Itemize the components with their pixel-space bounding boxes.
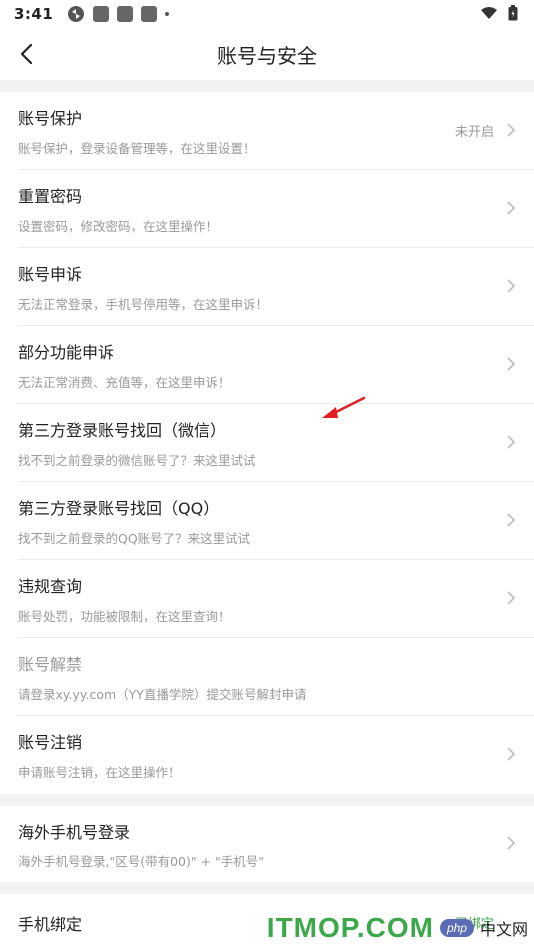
item-title: 第三方登录账号找回（QQ） — [18, 499, 220, 518]
item-subtitle: 无法正常消费、充值等，在这里申诉！ — [18, 375, 231, 390]
list-item-account-cancel[interactable]: 账号注销 申请账号注销，在这里操作！ — [0, 716, 534, 794]
chevron-right-icon — [507, 747, 516, 761]
list-item-violation-query[interactable]: 违规查询 账号处罚，功能被限制，在这里查询！ — [0, 560, 534, 638]
watermark-php-badge: php — [439, 919, 474, 937]
item-subtitle: 账号保护，登录设备管理等，在这里设置！ — [18, 141, 256, 156]
chevron-right-icon — [507, 591, 516, 605]
list-item-overseas-login[interactable]: 海外手机号登录 海外手机号登录,"区号(带有00)" + "手机号" — [0, 806, 534, 882]
notification-square-icon — [141, 6, 158, 22]
item-subtitle: 找不到之前登录的QQ账号了？来这里试试 — [18, 531, 251, 546]
battery-icon — [508, 5, 518, 21]
item-subtitle: 海外手机号登录,"区号(带有00)" + "手机号" — [18, 854, 265, 869]
list-item-feature-appeal[interactable]: 部分功能申诉 无法正常消费、充值等，在这里申诉！ — [0, 326, 534, 404]
chevron-right-icon — [507, 435, 516, 449]
red-pointer-arrow-icon — [322, 396, 366, 418]
item-title: 账号解禁 — [18, 655, 83, 674]
chevron-right-icon — [507, 123, 516, 137]
chevron-right-icon — [507, 836, 516, 850]
page-title: 账号与安全 — [217, 44, 317, 68]
app-notification-icon — [68, 6, 85, 22]
title-bar: 账号与安全 — [0, 28, 534, 80]
list-item-reset-password[interactable]: 重置密码 设置密码，修改密码，在这里操作！ — [0, 170, 534, 248]
chevron-right-icon — [507, 279, 516, 293]
watermark: ITMOP.COM php 中文网 — [267, 912, 528, 944]
watermark-cn-text: 中文网 — [479, 922, 528, 939]
watermark-brand: ITMOP.COM — [266, 912, 434, 943]
status-value: 未开启 — [454, 125, 494, 140]
section-gap — [0, 882, 534, 894]
item-title: 手机绑定 — [18, 915, 83, 934]
item-title: 账号保护 — [18, 109, 83, 128]
notification-icons — [67, 5, 170, 23]
item-title: 账号注销 — [18, 733, 83, 752]
status-bar: 3:41 — [0, 0, 534, 28]
item-title: 违规查询 — [18, 577, 83, 596]
item-title: 第三方登录账号找回（微信） — [18, 421, 227, 440]
list-item-account-protection[interactable]: 账号保护 账号保护，登录设备管理等，在这里设置！ 未开启 — [0, 92, 534, 170]
section-gap — [0, 794, 534, 806]
item-subtitle: 账号处罚，功能被限制，在这里查询！ — [18, 609, 231, 624]
item-subtitle: 请登录xy.yy.com（YY直播学院）提交账号解封申请 — [18, 687, 307, 702]
status-time: 3:41 — [14, 5, 54, 23]
wifi-icon — [481, 7, 497, 19]
item-title: 账号申诉 — [18, 265, 83, 284]
list-item-account-unban: 账号解禁 请登录xy.yy.com（YY直播学院）提交账号解封申请 — [0, 638, 534, 716]
chevron-right-icon — [507, 357, 516, 371]
section-gap — [0, 80, 534, 92]
notification-square-icon — [93, 6, 110, 22]
more-notifications-dot-icon — [165, 12, 170, 16]
item-subtitle: 找不到之前登录的微信账号了？来这里试试 — [18, 453, 256, 468]
chevron-right-icon — [507, 201, 516, 215]
notification-square-icon — [117, 6, 134, 22]
item-title: 重置密码 — [18, 187, 83, 206]
item-title: 部分功能申诉 — [18, 343, 115, 362]
list-item-wechat-recovery[interactable]: 第三方登录账号找回（微信） 找不到之前登录的微信账号了？来这里试试 — [0, 404, 534, 482]
item-subtitle: 申请账号注销，在这里操作！ — [18, 765, 181, 780]
chevron-right-icon — [507, 513, 516, 527]
list-item-account-appeal[interactable]: 账号申诉 无法正常登录，手机号停用等，在这里申诉！ — [0, 248, 534, 326]
item-subtitle: 无法正常登录，手机号停用等，在这里申诉！ — [18, 297, 269, 312]
item-title: 海外手机号登录 — [18, 823, 131, 842]
list-item-qq-recovery[interactable]: 第三方登录账号找回（QQ） 找不到之前登录的QQ账号了？来这里试试 — [0, 482, 534, 560]
item-subtitle: 设置密码，修改密码，在这里操作！ — [18, 219, 219, 234]
